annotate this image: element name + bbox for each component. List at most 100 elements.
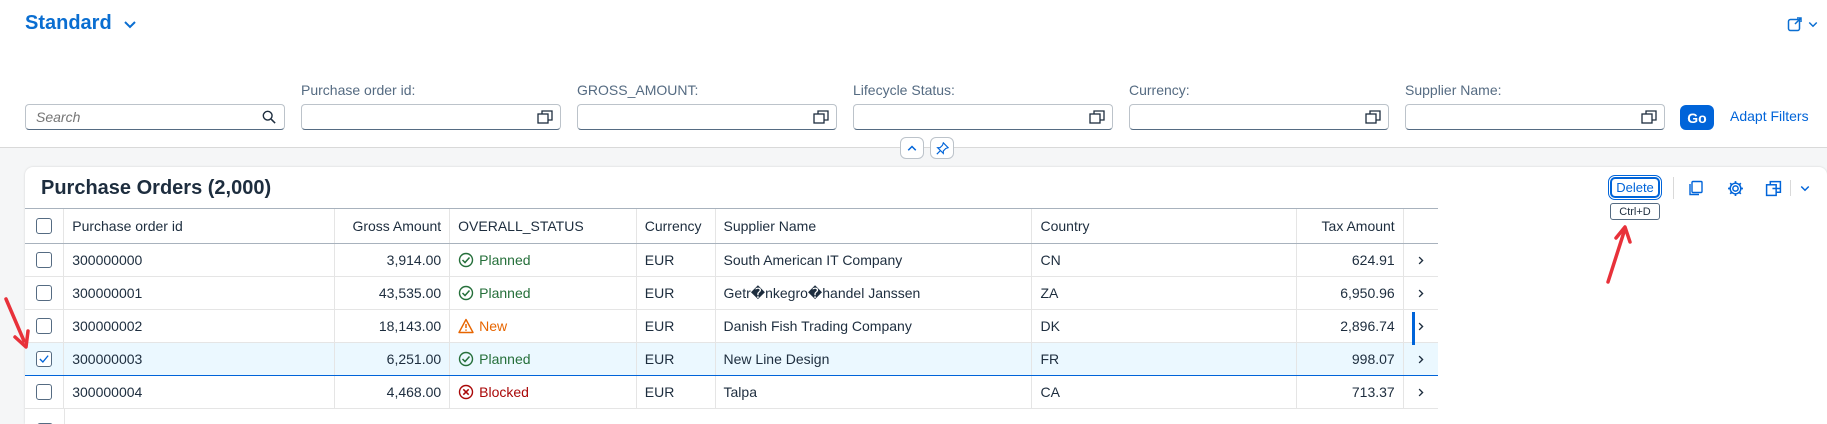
value-help-icon[interactable] — [537, 110, 553, 124]
lifecycle-status-input[interactable] — [854, 105, 1112, 129]
supplier-name-input[interactable] — [1406, 105, 1664, 129]
currency-field[interactable] — [1129, 104, 1389, 130]
cell-tax-amount: 6,950.96 — [1297, 277, 1404, 309]
select-all-cell — [25, 209, 65, 243]
cell-country: CN — [1032, 244, 1297, 276]
cell-country: DK — [1032, 310, 1297, 342]
status-text: Blocked — [479, 384, 529, 400]
cell-supplier-name: South American IT Company — [716, 244, 1033, 276]
purchase-order-id-input[interactable] — [302, 105, 560, 129]
cell-supplier-name: New Line Design — [716, 343, 1033, 375]
table-title: Purchase Orders (2,000) — [41, 177, 272, 199]
row-navigation[interactable] — [1404, 277, 1438, 309]
checkmark-icon — [39, 355, 49, 364]
chevron-down-icon — [1800, 185, 1810, 192]
cell-tax-amount: 624.91 — [1297, 244, 1404, 276]
row-navigation[interactable] — [1404, 343, 1438, 375]
cell-tax-amount: 998.07 — [1297, 343, 1404, 375]
status-badge: Planned — [458, 252, 531, 268]
gross-amount-field[interactable] — [577, 104, 837, 130]
scroll-indicator — [1412, 312, 1415, 345]
share-icon — [1787, 17, 1802, 32]
filter-label-supplier-name: Supplier Name: — [1405, 82, 1502, 98]
go-button[interactable]: Go — [1680, 105, 1714, 130]
status-badge: Planned — [458, 351, 531, 367]
table-row-partial — [25, 409, 1438, 424]
cell-purchase-order-id: 300000001 — [64, 277, 336, 309]
purchase-orders-table: Purchase order id Gross Amount OVERALL_S… — [25, 208, 1438, 424]
table-row[interactable]: 300000001 43,535.00 Planned EUR Getr�nke… — [25, 277, 1438, 310]
success-check-icon — [458, 252, 474, 268]
copy-icon — [1689, 180, 1703, 196]
column-header-country[interactable]: Country — [1032, 209, 1297, 243]
filter-label-currency: Currency: — [1129, 82, 1190, 98]
share-menu[interactable] — [1787, 16, 1819, 32]
gross-amount-input[interactable] — [578, 105, 836, 129]
cell-currency: EUR — [637, 277, 716, 309]
row-checkbox-checked[interactable] — [36, 351, 53, 367]
value-help-icon[interactable] — [1365, 110, 1381, 124]
row-checkbox[interactable] — [36, 384, 53, 400]
cell-purchase-order-id: 300000002 — [64, 310, 336, 342]
adapt-filters-button[interactable]: Adapt Filters — [1730, 108, 1809, 124]
column-header-purchase-order-id[interactable]: Purchase order id — [64, 209, 336, 243]
copy-button[interactable] — [1686, 178, 1706, 198]
settings-button[interactable] — [1725, 178, 1745, 198]
cell-gross-amount: 3,914.00 — [335, 244, 451, 276]
cell-purchase-order-id: 300000004 — [64, 376, 336, 408]
cell-currency: EUR — [637, 310, 716, 342]
table-row[interactable]: 300000000 3,914.00 Planned EUR South Ame… — [25, 244, 1438, 277]
cell-tax-amount: 2,896.74 — [1297, 310, 1404, 342]
collapse-header-button[interactable] — [900, 137, 924, 159]
cell-overall-status: New — [450, 310, 637, 342]
value-help-icon[interactable] — [813, 110, 829, 124]
row-checkbox[interactable] — [36, 318, 53, 334]
column-header-supplier-name[interactable]: Supplier Name — [716, 209, 1033, 243]
row-checkbox[interactable] — [36, 285, 53, 301]
value-help-icon[interactable] — [1641, 110, 1657, 124]
value-help-icon[interactable] — [1089, 110, 1105, 124]
status-text: Planned — [479, 252, 531, 268]
status-text: New — [479, 318, 508, 334]
cell-gross-amount: 18,143.00 — [335, 310, 451, 342]
export-menu-button[interactable] — [1765, 178, 1811, 198]
table-row[interactable]: 300000002 18,143.00 New EUR Danish Fish … — [25, 310, 1438, 343]
column-header-currency[interactable]: Currency — [637, 209, 716, 243]
row-navigation[interactable] — [1404, 376, 1438, 408]
column-header-overall-status[interactable]: OVERALL_STATUS — [450, 209, 637, 243]
search-input[interactable] — [26, 105, 284, 129]
chevron-down-icon — [123, 20, 136, 28]
column-header-tax-amount[interactable]: Tax Amount — [1297, 209, 1404, 243]
table-panel: Purchase Orders (2,000) Delete Ctrl+D Pu… — [25, 167, 1827, 424]
table-row[interactable]: 300000004 4,468.00 Blocked EUR Talpa CA … — [25, 376, 1438, 409]
delete-button[interactable]: Delete — [1608, 175, 1662, 200]
row-navigation[interactable] — [1404, 244, 1438, 276]
column-header-gross-amount[interactable]: Gross Amount — [335, 209, 451, 243]
row-checkbox[interactable] — [36, 252, 53, 268]
cell-gross-amount: 4,468.00 — [335, 376, 451, 408]
search-icon[interactable] — [261, 110, 277, 124]
filter-bar-header: Standard Purchase order id: GROSS_AMOUNT… — [0, 0, 1827, 148]
variant-selector[interactable]: Standard — [25, 12, 138, 35]
row-select-cell — [25, 376, 65, 408]
chevron-right-icon — [1418, 388, 1424, 396]
select-all-checkbox[interactable] — [36, 218, 53, 234]
table-row-selected[interactable]: 300000003 6,251.00 Planned EUR New Line … — [25, 343, 1438, 376]
supplier-name-field[interactable] — [1405, 104, 1665, 130]
cell-supplier-name: Getr�nkegro�handel Janssen — [716, 277, 1033, 309]
filter-label-gross-amount: GROSS_AMOUNT: — [577, 82, 699, 98]
search-field[interactable] — [25, 104, 285, 130]
purchase-order-id-field[interactable] — [301, 104, 561, 130]
warning-icon — [458, 318, 474, 334]
delete-shortcut-tooltip: Ctrl+D — [1610, 203, 1660, 220]
chevron-up-icon — [907, 145, 917, 151]
row-navigation[interactable] — [1404, 310, 1438, 342]
pin-header-button[interactable] — [930, 137, 954, 159]
currency-input[interactable] — [1130, 105, 1388, 129]
row-select-cell — [25, 409, 65, 424]
lifecycle-status-field[interactable] — [853, 104, 1113, 130]
split-divider — [1790, 180, 1791, 196]
cell-country: FR — [1032, 343, 1297, 375]
cell-overall-status: Planned — [450, 277, 637, 309]
chevron-right-icon — [1418, 289, 1424, 297]
